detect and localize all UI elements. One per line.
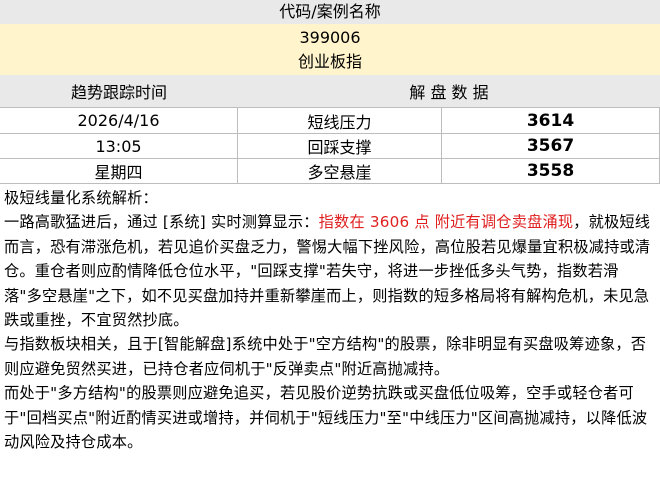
analysis-paragraph-3: 而处于"多方结构"的股票则应避免追买，若见股价逆势抗跌或买盘低位吸筹，空手或轻仓…: [4, 384, 648, 452]
time-cell: 星期四: [0, 159, 238, 184]
label-cell: 回踩支撑: [238, 134, 442, 159]
stock-name: 创业板指: [297, 52, 362, 71]
analysis-paragraph-1: 一路高歌猛进后，通过 [系统] 实时测算显示：指数在 3606 点 附近有调仓卖…: [4, 210, 656, 332]
table-row: 13:05 回踩支撑 3567: [0, 134, 660, 159]
time-cell: 13:05: [0, 134, 238, 159]
table-header-row: 趋势跟踪时间 解 盘 数 据: [0, 75, 660, 107]
time-cell: 2026/4/16: [0, 108, 238, 134]
analysis-card: 代码/案例名称 399006 创业板指 趋势跟踪时间 解 盘 数 据 2026/…: [0, 0, 660, 484]
time-column-header-label: 趋势跟踪时间: [70, 83, 167, 102]
value-cell: 3567: [442, 134, 660, 159]
label-cell: 短线压力: [238, 108, 442, 134]
title-bar: 代码/案例名称: [0, 0, 660, 24]
analysis-text: 极短线量化系统解析： 一路高歌猛进后，通过 [系统] 实时测算显示：指数在 36…: [4, 186, 656, 454]
paragraph-1-start: 一路高歌猛进后，通过 [系统] 实时测算显示：: [4, 213, 319, 232]
label-cell: 多空悬崖: [238, 159, 442, 184]
data-column-header-label: 解 盘 数 据: [409, 83, 489, 102]
time-column-header: 趋势跟踪时间: [0, 75, 238, 107]
table-row: 星期四 多空悬崖 3558: [0, 159, 660, 184]
analysis-paragraph-2: 与指数板块相关，且于[智能解盘]系统中处于"空方结构"的股票，除非明显有买盘吸筹…: [4, 335, 647, 378]
value-cell: 3614: [442, 108, 660, 134]
data-column-header: 解 盘 数 据: [238, 75, 660, 107]
analysis-title: 极短线量化系统解析：: [4, 189, 158, 207]
stock-code-block: 399006 创业板指: [0, 24, 660, 75]
highlighted-warning: 指数在 3606 点 附近有调仓卖盘涌现: [318, 213, 574, 232]
stock-code: 399006: [299, 28, 361, 47]
title-label: 代码/案例名称: [279, 2, 381, 21]
table-row: 2026/4/16 短线压力 3614: [0, 107, 660, 134]
value-cell: 3558: [442, 159, 660, 184]
